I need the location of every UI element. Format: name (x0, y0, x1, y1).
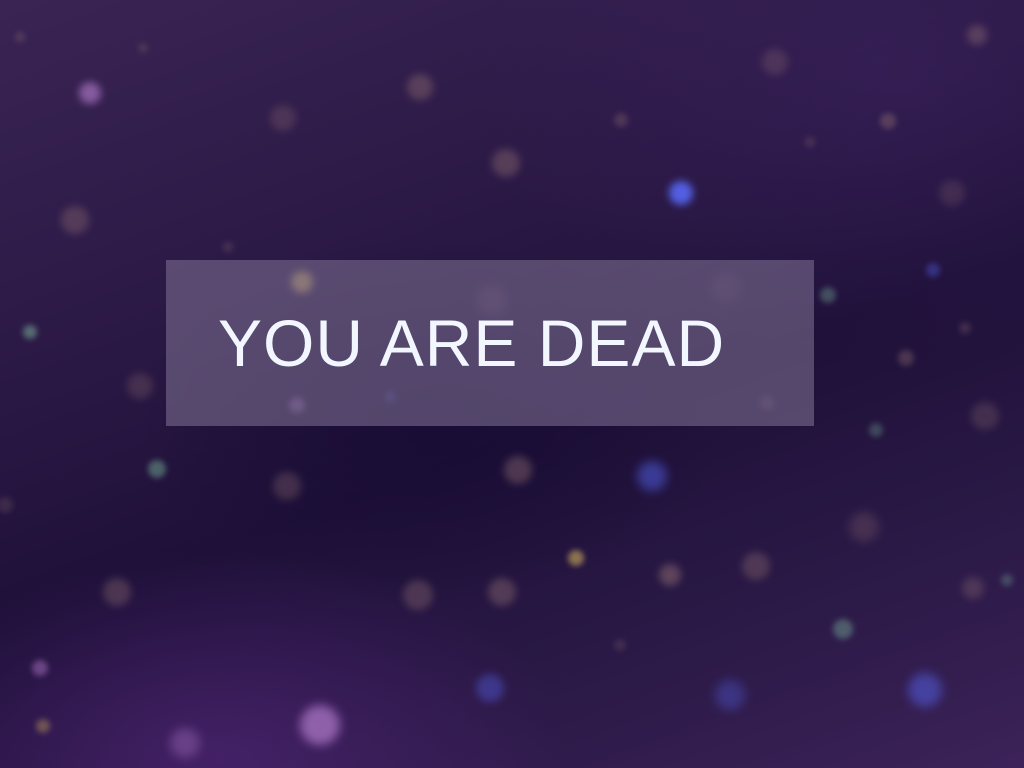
bokeh-particle (568, 550, 584, 566)
death-message: YOU ARE DEAD (218, 306, 726, 380)
bokeh-particle (504, 456, 532, 484)
bokeh-particle (36, 719, 50, 733)
bokeh-particle (15, 32, 25, 42)
bokeh-particle (103, 578, 131, 606)
bokeh-particle (637, 461, 667, 491)
bokeh-particle (23, 325, 37, 339)
bokeh-particle (407, 74, 433, 100)
bokeh-particle (403, 580, 433, 610)
bokeh-particle (170, 728, 200, 758)
bokeh-particle (223, 242, 233, 252)
bokeh-particle (833, 619, 853, 639)
game-over-screen: YOU ARE DEAD (0, 0, 1024, 768)
bokeh-particle (273, 472, 301, 500)
bokeh-particle (0, 497, 13, 513)
bokeh-particle (898, 350, 914, 366)
bokeh-particle (614, 639, 626, 651)
bokeh-particle (32, 660, 48, 676)
bokeh-particle (127, 373, 153, 399)
bokeh-particle (715, 680, 745, 710)
bokeh-particle (820, 287, 836, 303)
bokeh-particle (962, 577, 984, 599)
bokeh-particle (971, 402, 999, 430)
bokeh-particle (659, 564, 681, 586)
bokeh-particle (300, 705, 340, 745)
bokeh-particle (138, 43, 148, 53)
bokeh-particle (492, 149, 520, 177)
bokeh-particle (614, 113, 628, 127)
bokeh-particle (1001, 574, 1013, 586)
bokeh-particle (939, 180, 965, 206)
bokeh-particle (967, 25, 987, 45)
bokeh-particle (849, 512, 879, 542)
bokeh-particle (148, 460, 166, 478)
bokeh-particle (488, 578, 516, 606)
bokeh-particle (270, 105, 296, 131)
bokeh-particle (79, 82, 101, 104)
bokeh-particle (805, 137, 815, 147)
bokeh-particle (908, 673, 942, 707)
bokeh-particle (762, 49, 788, 75)
bokeh-particle (61, 206, 89, 234)
bokeh-particle (669, 181, 693, 205)
bokeh-particle (476, 674, 504, 702)
bokeh-particle (959, 322, 971, 334)
bokeh-particle (926, 263, 940, 277)
death-message-panel: YOU ARE DEAD (166, 260, 814, 426)
bokeh-particle (880, 113, 896, 129)
bokeh-particle (869, 423, 883, 437)
bokeh-particle (742, 552, 770, 580)
